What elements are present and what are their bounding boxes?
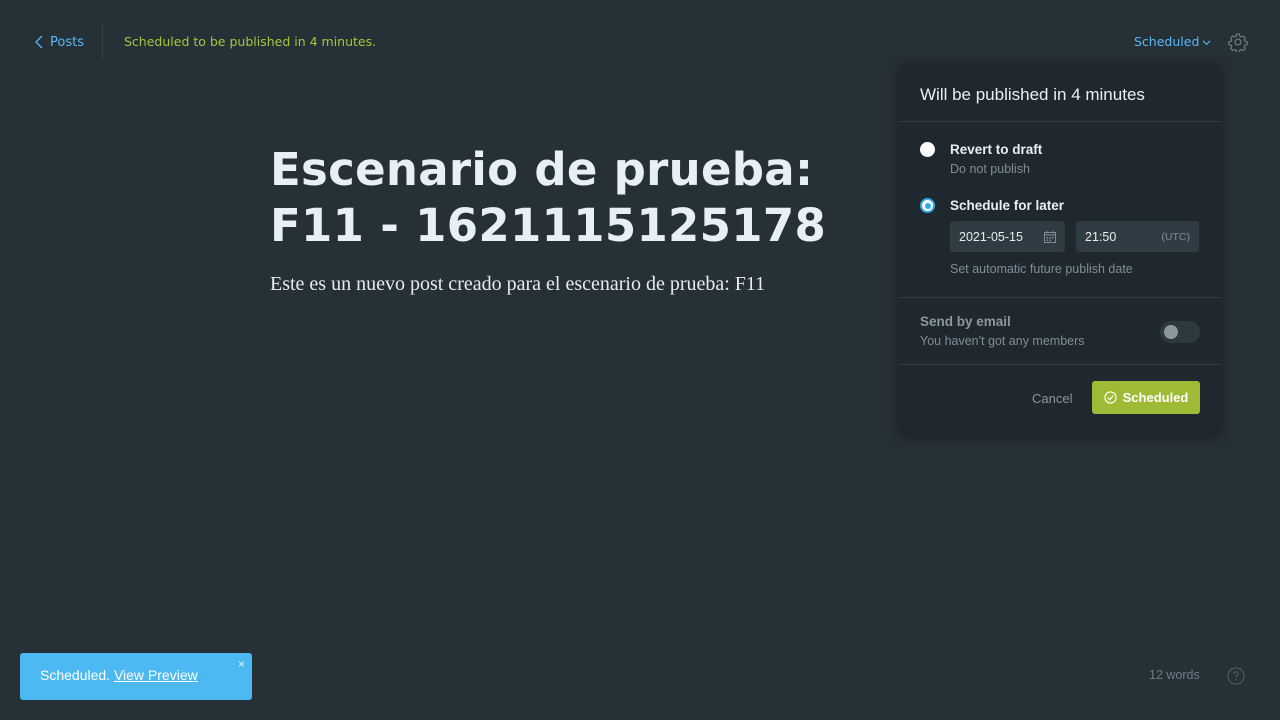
publish-popover: Will be published in 4 minutes Revert to… xyxy=(900,64,1220,434)
schedule-for-later-subtitle: Set automatic future publish date xyxy=(950,262,1133,276)
cancel-button[interactable]: Cancel xyxy=(1032,391,1072,406)
gear-icon[interactable] xyxy=(1228,32,1248,52)
revert-to-draft-radio[interactable] xyxy=(920,142,935,157)
scheduled-button-label: Scheduled xyxy=(1122,390,1189,405)
scheduled-button[interactable]: Scheduled xyxy=(1092,381,1200,414)
toggle-knob xyxy=(1164,325,1178,339)
publish-date-input[interactable]: 2021-05-15 xyxy=(950,221,1065,252)
schedule-for-later-radio[interactable] xyxy=(920,198,935,213)
revert-to-draft-label: Revert to draft xyxy=(950,142,1043,157)
chevron-left-icon xyxy=(35,35,43,49)
popover-footer: Cancel Scheduled xyxy=(900,365,1220,433)
word-count: 12 words xyxy=(1149,668,1200,682)
send-by-email-section: Send by email You haven't got any member… xyxy=(900,298,1220,365)
popover-heading: Will be published in 4 minutes xyxy=(900,64,1220,122)
publish-time-value: 21:50 xyxy=(1085,229,1117,244)
post-body[interactable]: Este es un nuevo post creado para el esc… xyxy=(270,270,890,298)
publish-options: Revert to draft Do not publish Schedule … xyxy=(900,122,1220,298)
publish-date-value: 2021-05-15 xyxy=(959,229,1023,244)
header-divider xyxy=(102,24,103,60)
publish-menu-label: Scheduled xyxy=(1134,34,1200,49)
chevron-down-icon xyxy=(1202,40,1211,46)
close-icon[interactable]: × xyxy=(238,657,245,671)
send-by-email-toggle[interactable] xyxy=(1160,321,1200,343)
help-icon[interactable] xyxy=(1227,667,1245,685)
check-circle-icon xyxy=(1103,391,1117,404)
publish-time-input[interactable]: 21:50 (UTC) xyxy=(1076,221,1199,252)
notification-toast: Scheduled. View Preview × xyxy=(20,653,252,700)
back-to-posts-link[interactable]: Posts xyxy=(34,33,84,51)
toast-message: Scheduled. xyxy=(40,667,111,683)
view-preview-link[interactable]: View Preview xyxy=(114,667,198,683)
revert-to-draft-subtitle: Do not publish xyxy=(950,162,1030,176)
send-by-email-label: Send by email xyxy=(920,314,1011,329)
calendar-icon[interactable] xyxy=(1044,230,1056,243)
publish-menu-trigger[interactable]: Scheduled xyxy=(1134,34,1211,49)
timezone-label: (UTC) xyxy=(1161,230,1190,243)
send-by-email-subtitle: You haven't got any members xyxy=(920,334,1085,348)
schedule-for-later-label: Schedule for later xyxy=(950,198,1065,213)
back-link-label: Posts xyxy=(50,34,84,50)
publish-status-message: Scheduled to be published in 4 minutes. xyxy=(124,34,377,49)
post-title[interactable]: Escenario de prueba: F11 - 1621115125178 xyxy=(270,142,910,254)
